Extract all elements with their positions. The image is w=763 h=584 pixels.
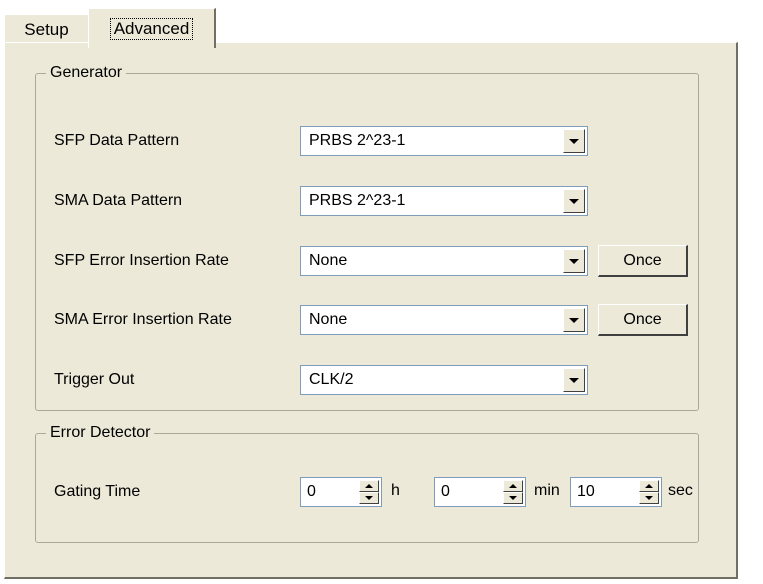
- sma-data-pattern-value: PRBS 2^23-1: [309, 192, 406, 209]
- gating-time-label: Gating Time: [54, 483, 141, 500]
- sfp-error-insertion-rate-value: None: [309, 252, 348, 269]
- tab-setup[interactable]: Setup: [4, 14, 90, 44]
- minutes-unit-label: min: [534, 482, 560, 499]
- sfp-data-pattern-label: SFP Data Pattern: [54, 132, 180, 149]
- chevron-down-icon: [569, 317, 579, 323]
- sma-data-pattern-dropdown-arrow[interactable]: [563, 189, 585, 213]
- gating-minutes-value: 0: [441, 483, 450, 500]
- chevron-down-icon: [569, 377, 579, 383]
- chevron-up-icon: [645, 484, 653, 488]
- sfp-error-insertion-rate-dropdown-arrow[interactable]: [563, 249, 585, 273]
- gating-seconds-up-button[interactable]: [639, 480, 659, 492]
- trigger-out-label: Trigger Out: [54, 371, 135, 388]
- gating-minutes-down-button[interactable]: [503, 492, 523, 504]
- chevron-down-icon: [569, 198, 579, 204]
- hours-unit-label: h: [391, 482, 400, 499]
- error-detector-group-title: Error Detector: [46, 423, 155, 443]
- chevron-down-icon: [569, 138, 579, 144]
- sma-error-insertion-rate-value: None: [309, 311, 348, 328]
- sma-once-button[interactable]: Once: [598, 304, 688, 336]
- generator-group-title: Generator: [46, 63, 127, 83]
- chevron-down-icon: [509, 496, 517, 500]
- gating-hours-value: 0: [307, 483, 316, 500]
- chevron-up-icon: [365, 484, 373, 488]
- gating-seconds-down-button[interactable]: [639, 492, 659, 504]
- sfp-error-insertion-rate-dropdown[interactable]: None: [300, 246, 588, 276]
- gating-minutes-spinner[interactable]: 0: [434, 477, 526, 507]
- chevron-down-icon: [645, 496, 653, 500]
- trigger-out-dropdown-arrow[interactable]: [563, 368, 585, 392]
- gating-hours-spinner[interactable]: 0: [300, 477, 382, 507]
- gating-hours-down-button[interactable]: [359, 492, 379, 504]
- sfp-data-pattern-dropdown-arrow[interactable]: [563, 129, 585, 153]
- advanced-tab-panel: Generator SFP Data Pattern PRBS 2^23-1 S…: [4, 42, 738, 579]
- chevron-down-icon: [569, 258, 579, 264]
- trigger-out-dropdown[interactable]: CLK/2: [300, 365, 588, 395]
- tab-setup-label: Setup: [24, 19, 69, 39]
- sma-data-pattern-dropdown[interactable]: PRBS 2^23-1: [300, 186, 588, 216]
- sma-error-insertion-rate-dropdown[interactable]: None: [300, 305, 588, 335]
- sma-error-insertion-rate-dropdown-arrow[interactable]: [563, 308, 585, 332]
- gating-seconds-value: 10: [577, 483, 595, 500]
- sma-data-pattern-label: SMA Data Pattern: [54, 192, 183, 209]
- sma-error-insertion-rate-label: SMA Error Insertion Rate: [54, 311, 232, 328]
- sfp-once-button[interactable]: Once: [598, 245, 688, 277]
- sma-once-button-label: Once: [623, 310, 662, 328]
- chevron-down-icon: [365, 496, 373, 500]
- gating-minutes-up-button[interactable]: [503, 480, 523, 492]
- sfp-once-button-label: Once: [623, 251, 662, 269]
- sfp-data-pattern-dropdown[interactable]: PRBS 2^23-1: [300, 126, 588, 156]
- sfp-error-insertion-rate-label: SFP Error Insertion Rate: [54, 252, 229, 269]
- error-detector-group: Error Detector Gating Time 0 h 0 min 10: [35, 423, 699, 543]
- tab-advanced[interactable]: Advanced: [88, 8, 216, 48]
- chevron-up-icon: [509, 484, 517, 488]
- seconds-unit-label: sec: [668, 482, 693, 499]
- sfp-data-pattern-value: PRBS 2^23-1: [309, 132, 406, 149]
- generator-group: Generator SFP Data Pattern PRBS 2^23-1 S…: [35, 63, 699, 411]
- tab-advanced-label: Advanced: [109, 17, 194, 40]
- gating-seconds-spinner[interactable]: 10: [570, 477, 662, 507]
- trigger-out-value: CLK/2: [309, 371, 354, 388]
- gating-hours-up-button[interactable]: [359, 480, 379, 492]
